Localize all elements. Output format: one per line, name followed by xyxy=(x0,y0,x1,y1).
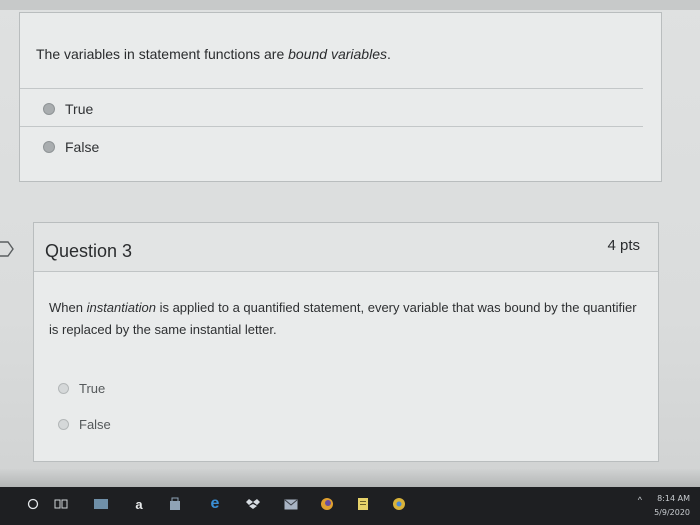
edge-icon[interactable]: e xyxy=(206,495,224,513)
question-card-3: Question 3 4 pts When instantiation is a… xyxy=(33,222,659,462)
question-points: 4 pts xyxy=(607,237,640,254)
mail-icon[interactable] xyxy=(282,495,300,513)
radio-button[interactable] xyxy=(58,419,69,430)
option-false[interactable]: False xyxy=(43,139,99,155)
clock-time: 8:14 AM xyxy=(657,494,690,503)
notes-icon[interactable] xyxy=(354,495,372,513)
option-true[interactable]: True xyxy=(43,101,93,117)
windows-icon[interactable] xyxy=(24,495,42,513)
top-edge xyxy=(0,0,700,10)
store-icon[interactable] xyxy=(166,495,184,513)
radio-button[interactable] xyxy=(43,103,55,115)
task-view-icon[interactable] xyxy=(52,495,70,513)
chrome-icon[interactable] xyxy=(390,495,408,513)
clock[interactable]: 8:14 AM 5/9/2020 xyxy=(654,492,690,520)
option-label: False xyxy=(79,417,111,432)
divider xyxy=(20,88,643,89)
clock-date: 5/9/2020 xyxy=(654,508,690,517)
option-label: False xyxy=(65,139,100,155)
amazon-icon[interactable]: a xyxy=(130,495,148,513)
option-true[interactable]: True xyxy=(58,381,105,396)
option-label: True xyxy=(79,381,106,396)
question-card-previous: The variables in statement functions are… xyxy=(19,12,662,182)
question-header: Question 3 4 pts xyxy=(34,223,658,272)
radio-button[interactable] xyxy=(58,383,69,394)
quiz-page: The variables in statement functions are… xyxy=(0,0,700,525)
screen-shadow xyxy=(0,468,700,488)
dropbox-icon[interactable] xyxy=(244,495,262,513)
question-statement: When instantiation is applied to a quant… xyxy=(49,300,637,337)
taskbar: a e ^ 8:14 AM 5/9/2020 xyxy=(0,487,700,525)
question-title: Question 3 xyxy=(45,241,133,261)
question-flag-icon[interactable] xyxy=(0,240,14,258)
option-false[interactable]: False xyxy=(58,417,111,432)
files-icon[interactable] xyxy=(92,495,110,513)
tray-expand-icon[interactable]: ^ xyxy=(638,495,642,505)
radio-button[interactable] xyxy=(43,141,55,153)
divider xyxy=(20,126,643,127)
firefox-icon[interactable] xyxy=(318,495,336,513)
option-label: True xyxy=(65,101,94,117)
question-statement: The variables in statement functions are… xyxy=(36,46,391,62)
